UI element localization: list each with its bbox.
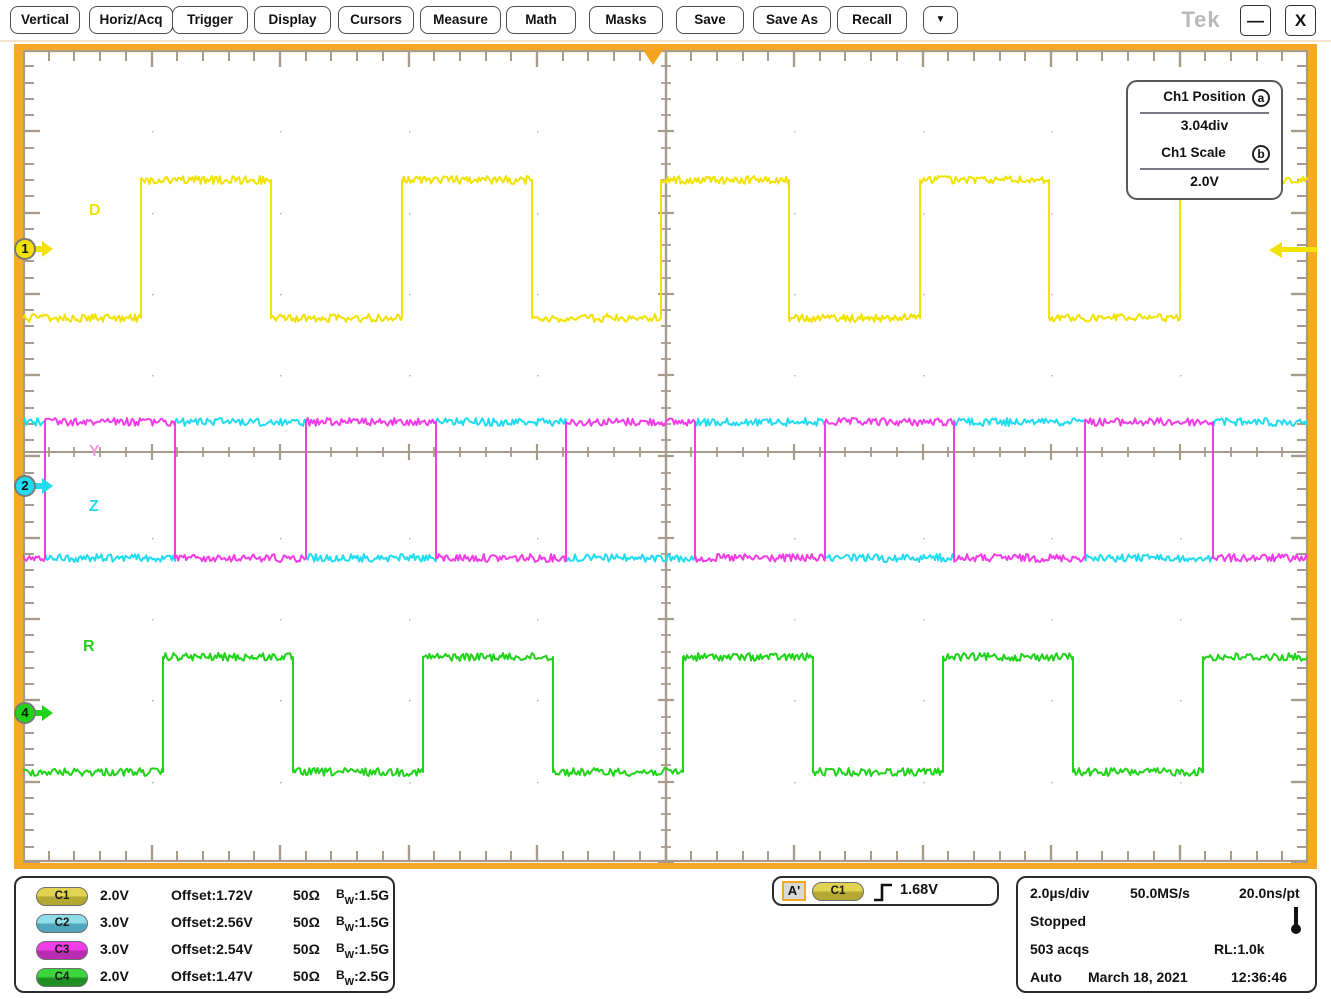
waveform-plot-area[interactable]: D Y Z R <box>23 50 1308 863</box>
channel-offset: Offset:1.72V <box>171 887 253 903</box>
channel-marker-arrow-icon-2 <box>42 478 53 494</box>
ch1-position-arrow-icon[interactable] <box>1269 242 1317 258</box>
channel-settings-row[interactable]: C3 3.0V Offset:2.54V 50Ω BW:1.5G <box>16 937 393 964</box>
channel-settings-panel: C1 2.0V Offset:1.72V 50Ω BW:1.5G C2 3.0V Offset… <box>14 876 395 993</box>
menu-bar-divider <box>0 40 1331 42</box>
horizontal-acquisition-panel: 2.0µs/div 50.0MS/s 20.0ns/pt Stopped 503… <box>1016 876 1317 993</box>
channel-marker-arrow-icon-4 <box>42 705 53 721</box>
menu-button-recall[interactable]: Recall <box>837 6 907 34</box>
channel-offset: Offset:2.56V <box>171 914 253 930</box>
ch1-scale-rule <box>1140 168 1269 170</box>
channel-scale: 2.0V <box>100 968 129 984</box>
channel-marker-1[interactable]: 1 <box>14 234 60 264</box>
ch1-position-rule <box>1140 112 1269 114</box>
channel-scale: 3.0V <box>100 941 129 957</box>
channel-badge-c3[interactable]: C3 <box>36 941 88 960</box>
menu-button-horiz-acq[interactable]: Horiz/Acq <box>89 6 173 34</box>
ch1-position-value: 3.04div <box>1137 117 1272 133</box>
channel-settings-row[interactable]: C1 2.0V Offset:1.72V 50Ω BW:1.5G <box>16 883 393 910</box>
channel-bandwidth: BW:1.5G <box>336 887 389 907</box>
trigger-position-marker[interactable] <box>643 50 663 65</box>
trigger-source-badge[interactable]: C1 <box>812 882 864 901</box>
channel-scale: 2.0V <box>100 887 129 903</box>
waveform-traces <box>23 50 1308 863</box>
menu-button-measure[interactable]: Measure <box>420 6 501 34</box>
channel-marker-arrow-icon-1 <box>42 241 53 257</box>
acquisition-count: 503 acqs <box>1030 941 1089 957</box>
tek-logo: Tek <box>1168 8 1234 32</box>
time-readout: 12:36:46 <box>1231 969 1287 985</box>
graticule-frame-right <box>1308 44 1317 869</box>
scope-display: D Y Z R Ch1 Position a 3.04div Ch1 Scale b … <box>14 44 1317 869</box>
channel-badge-c2[interactable]: C2 <box>36 914 88 933</box>
menu-button-save[interactable]: Save <box>676 6 744 34</box>
channel-impedance: 50Ω <box>293 968 320 984</box>
channel-bandwidth: BW:2.5G <box>336 968 389 988</box>
menu-bar: Tek — X Vertical Horiz/AcqTriggerDisplayC… <box>0 0 1331 41</box>
trace-label-y: Y <box>89 443 100 461</box>
run-state: Stopped <box>1030 913 1086 929</box>
rising-edge-icon <box>872 880 894 904</box>
channel-marker-disc-1[interactable]: 1 <box>14 238 36 260</box>
trace-label-r: R <box>83 638 95 656</box>
channel-bandwidth: BW:1.5G <box>336 914 389 934</box>
menu-button-trigger[interactable]: Trigger <box>172 6 248 34</box>
trigger-level-value: 1.68V <box>900 882 938 898</box>
channel-bandwidth: BW:1.5G <box>336 941 389 961</box>
ch1-readout-badge[interactable]: Ch1 Position a 3.04div Ch1 Scale b 2.0V <box>1126 80 1283 200</box>
graticule-frame-left <box>14 44 23 869</box>
menu-button-vertical[interactable]: Vertical <box>10 6 80 34</box>
menu-button-display[interactable]: Display <box>254 6 331 34</box>
close-button[interactable]: X <box>1285 5 1316 36</box>
menu-overflow-button[interactable]: ▼ <box>923 6 958 34</box>
trace-label-z: Z <box>89 498 99 516</box>
menu-button-save-as[interactable]: Save As <box>753 6 831 34</box>
minimize-button[interactable]: — <box>1240 5 1271 36</box>
channel-scale: 3.0V <box>100 914 129 930</box>
channel-marker-4[interactable]: 4 <box>14 698 60 728</box>
channel-marker-disc-2[interactable]: 2 <box>14 475 36 497</box>
menu-button-cursors[interactable]: Cursors <box>338 6 414 34</box>
graticule-frame-bottom <box>14 863 1317 869</box>
trace-label-d: D <box>89 202 101 220</box>
sample-rate: 50.0MS/s <box>1130 885 1190 901</box>
menu-button-masks[interactable]: Masks <box>589 6 663 34</box>
acquisition-progress-icon <box>1289 907 1303 935</box>
time-resolution: 20.0ns/pt <box>1239 885 1300 901</box>
menu-button-math[interactable]: Math <box>506 6 576 34</box>
trigger-settings-panel[interactable]: A' C1 1.68V <box>772 876 999 906</box>
ch1-position-knob-icon[interactable]: a <box>1252 89 1270 107</box>
channel-offset: Offset:1.47V <box>171 968 253 984</box>
channel-badge-c4[interactable]: C4 <box>36 968 88 987</box>
channel-offset: Offset:2.54V <box>171 941 253 957</box>
channel-badge-c1[interactable]: C1 <box>36 887 88 906</box>
channel-settings-row[interactable]: C2 3.0V Offset:2.56V 50Ω BW:1.5G <box>16 910 393 937</box>
ch1-scale-knob-icon[interactable]: b <box>1252 145 1270 163</box>
trigger-a-tag[interactable]: A' <box>782 881 806 901</box>
channel-marker-disc-4[interactable]: 4 <box>14 702 36 724</box>
trigger-mode: Auto <box>1030 969 1062 985</box>
channel-impedance: 50Ω <box>293 914 320 930</box>
record-length: RL:1.0k <box>1214 941 1265 957</box>
ch1-scale-value: 2.0V <box>1137 173 1272 189</box>
channel-settings-row[interactable]: C4 2.0V Offset:1.47V 50Ω BW:2.5G <box>16 964 393 991</box>
time-per-div: 2.0µs/div <box>1030 885 1089 901</box>
channel-impedance: 50Ω <box>293 887 320 903</box>
date-readout: March 18, 2021 <box>1088 969 1188 985</box>
channel-marker-2[interactable]: 2 <box>14 471 60 501</box>
channel-impedance: 50Ω <box>293 941 320 957</box>
